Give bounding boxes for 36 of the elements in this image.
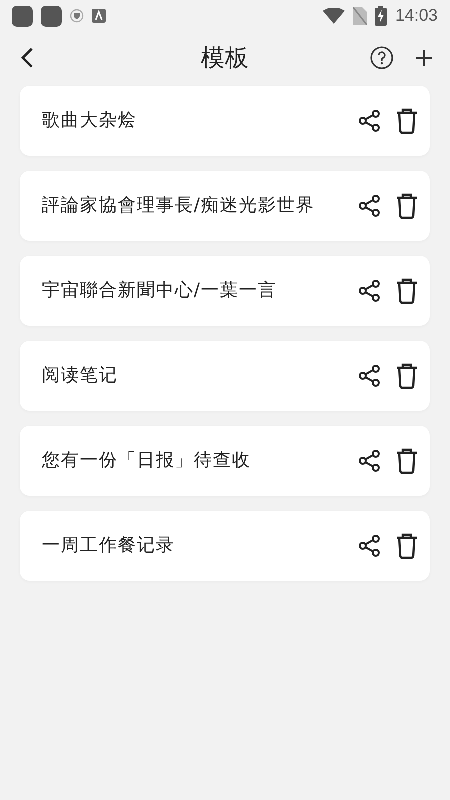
notification-icon [12,6,33,26]
share-button[interactable] [358,449,382,473]
template-card[interactable]: 阅读笔记 [20,341,430,411]
template-card[interactable]: 歌曲大杂烩 [20,86,430,156]
template-name: 阅读笔记 [42,364,119,388]
add-button[interactable] [414,48,434,68]
delete-button[interactable] [396,363,418,389]
delete-button[interactable] [396,448,418,474]
template-name: 宇宙聯合新聞中心/一葉一言 [42,279,278,303]
delete-button[interactable] [396,533,418,559]
template-name: 您有一份「日报」待查收 [42,449,252,473]
delete-button[interactable] [396,108,418,134]
delete-button[interactable] [396,193,418,219]
template-name: 歌曲大杂烩 [42,109,138,133]
status-time: 14:03 [395,6,438,26]
shield-icon [70,9,84,23]
notification-icon [41,6,62,26]
delete-button[interactable] [396,278,418,304]
back-button[interactable] [20,47,34,69]
battery-charging-icon [375,6,388,26]
template-name: 評論家協會理事長/痴迷光影世界 [42,194,316,218]
help-button[interactable] [370,46,394,70]
share-button[interactable] [358,364,382,388]
wifi-icon [323,8,346,24]
template-name: 一周工作餐记录 [42,534,176,558]
template-card[interactable]: 評論家協會理事長/痴迷光影世界 [20,171,430,241]
share-button[interactable] [358,279,382,303]
template-card[interactable]: 宇宙聯合新聞中心/一葉一言 [20,256,430,326]
share-button[interactable] [358,534,382,558]
page-title: 模板 [201,44,249,72]
share-button[interactable] [358,109,382,133]
no-sim-icon [353,7,368,25]
template-card[interactable]: 一周工作餐记录 [20,511,430,581]
app-icon [92,9,106,23]
share-button[interactable] [358,194,382,218]
template-card[interactable]: 您有一份「日报」待查收 [20,426,430,496]
